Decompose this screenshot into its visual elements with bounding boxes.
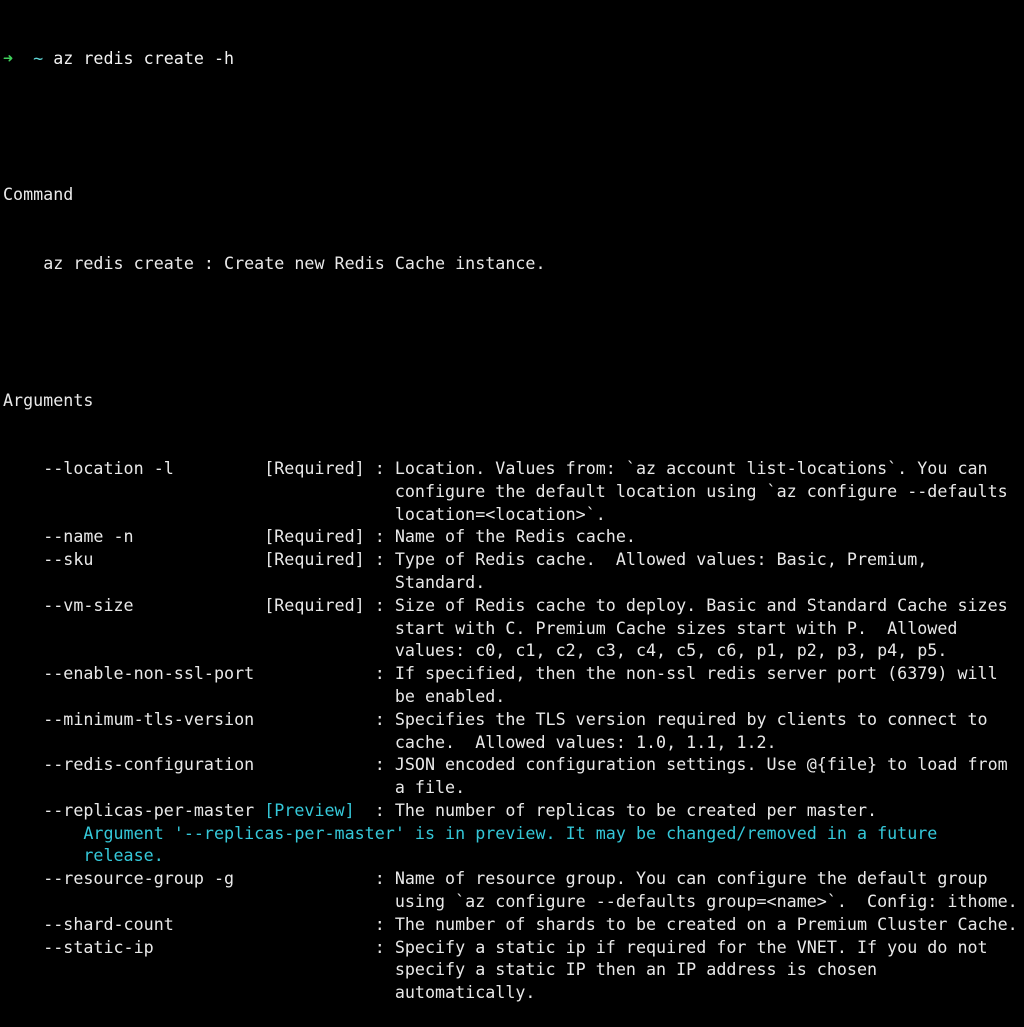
argument-row: --vm-size [Required] : Size of Redis cac… — [43, 594, 1008, 615]
argument-description-continuation: automatically. — [3, 981, 1024, 1004]
arguments-list: --location -l [Required] : Location. Val… — [3, 457, 1024, 1004]
argument-tag: [Required] — [264, 457, 365, 478]
argument-name: --enable-non-ssl-port — [43, 663, 255, 684]
argument-description-continuation: start with C. Premium Cache sizes start … — [3, 617, 1024, 640]
argument-tag: [Required] — [264, 594, 365, 615]
command-description-text: az redis create : Create new Redis Cache… — [43, 252, 546, 273]
argument-description-continuation: values: c0, c1, c2, c3, c4, c5, c6, p1, … — [3, 639, 1024, 662]
argument-tag: [Preview] — [264, 799, 355, 820]
command-description: az redis create : Create new Redis Cache… — [3, 252, 1024, 275]
prompt-arrow-icon: ➜ — [3, 47, 14, 68]
argument-description-continuation: Standard. — [3, 571, 1024, 594]
preview-note-text: Argument '--replicas-per-master' is in p… — [83, 822, 938, 843]
argument-row: --enable-non-ssl-port : If specified, th… — [43, 663, 998, 684]
argument-name: --sku — [43, 549, 94, 570]
argument-row: --resource-group -g : Name of resource g… — [43, 868, 988, 889]
argument-description: start with C. Premium Cache sizes start … — [394, 617, 958, 638]
argument-row: --shard-count : The number of shards to … — [43, 913, 1018, 934]
argument-description: using `az configure --defaults group=<na… — [394, 891, 1018, 912]
argument-description: be enabled. — [394, 685, 506, 706]
argument-row: --minimum-tls-version : Specifies the TL… — [43, 708, 988, 729]
prompt-line: ➜ ~ az redis create -h — [3, 47, 1024, 70]
argument-description: Name of resource group. You can configur… — [394, 868, 988, 889]
argument-row: --replicas-per-master [Preview] : The nu… — [43, 799, 878, 820]
preview-note-line: Argument '--replicas-per-master' is in p… — [3, 822, 1024, 845]
argument-description: Specifies the TLS version required by cl… — [394, 708, 988, 729]
argument-description: values: c0, c1, c2, c3, c4, c5, c6, p1, … — [394, 640, 948, 661]
argument-description-continuation: location=<location>`. — [3, 503, 1024, 526]
argument-description: JSON encoded configuration settings. Use… — [394, 754, 1008, 775]
preview-note-text: release. — [83, 845, 164, 866]
arguments-heading: Arguments — [3, 389, 94, 410]
argument-description: Standard. — [394, 571, 486, 592]
argument-name: --static-ip — [43, 936, 154, 957]
argument-row: --name -n [Required] : Name of the Redis… — [43, 526, 636, 547]
argument-name: --replicas-per-master — [43, 799, 255, 820]
argument-description: Location. Values from: `az account list-… — [394, 457, 988, 478]
argument-description: If specified, then the non-ssl redis ser… — [394, 663, 998, 684]
argument-description-continuation: be enabled. — [3, 685, 1024, 708]
argument-description: The number of replicas to be created per… — [394, 799, 878, 820]
argument-row: --sku [Required] : Type of Redis cache. … — [43, 549, 928, 570]
argument-row: --location -l [Required] : Location. Val… — [43, 457, 988, 478]
argument-tag: [Required] — [264, 526, 365, 547]
argument-description-continuation: cache. Allowed values: 1.0, 1.1, 1.2. — [3, 731, 1024, 754]
argument-description: Name of the Redis cache. — [394, 526, 636, 547]
argument-description: Specify a static ip if required for the … — [394, 936, 988, 957]
argument-name: --minimum-tls-version — [43, 708, 255, 729]
argument-name: --resource-group -g — [43, 868, 235, 889]
argument-description: a file. — [394, 777, 466, 798]
argument-row: --redis-configuration : JSON encoded con… — [43, 754, 1008, 775]
argument-name: --vm-size — [43, 594, 134, 615]
argument-description: automatically. — [394, 982, 536, 1003]
command-heading: Command — [3, 184, 74, 205]
argument-description: specify a static IP then an IP address i… — [394, 959, 878, 980]
argument-description: location=<location>`. — [394, 503, 606, 524]
preview-note-line: release. — [3, 844, 1024, 867]
argument-tag: [Required] — [264, 549, 365, 570]
argument-name: --shard-count — [43, 913, 174, 934]
argument-description-continuation: a file. — [3, 776, 1024, 799]
prompt-command: az redis create -h — [53, 47, 235, 68]
argument-description: Size of Redis cache to deploy. Basic and… — [394, 594, 1008, 615]
argument-description: The number of shards to be created on a … — [394, 913, 1018, 934]
argument-name: --redis-configuration — [43, 754, 255, 775]
prompt-cwd: ~ — [33, 47, 44, 68]
argument-description-continuation: using `az configure --defaults group=<na… — [3, 890, 1024, 913]
argument-description-continuation: configure the default location using `az… — [3, 480, 1024, 503]
terminal-window[interactable]: ➜ ~ az redis create -h Command az redis … — [0, 0, 1024, 1003]
argument-row: --static-ip : Specify a static ip if req… — [43, 936, 988, 957]
argument-description: configure the default location using `az… — [394, 480, 1008, 501]
argument-name: --location -l — [43, 457, 174, 478]
argument-description: cache. Allowed values: 1.0, 1.1, 1.2. — [394, 731, 777, 752]
argument-description-continuation: specify a static IP then an IP address i… — [3, 958, 1024, 981]
argument-name: --name -n — [43, 526, 134, 547]
argument-description: Type of Redis cache. Allowed values: Bas… — [394, 549, 928, 570]
